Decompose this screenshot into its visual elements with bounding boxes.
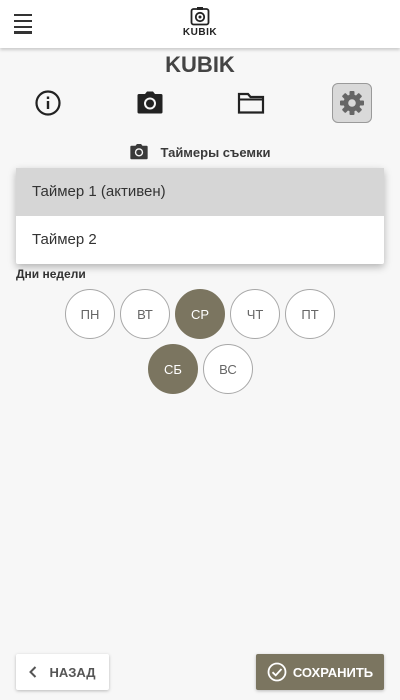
logo-text: KUBIK [182, 27, 218, 38]
hamburger-menu-icon[interactable] [14, 14, 34, 34]
section-title: Таймеры съемки [160, 144, 271, 160]
app-logo: KUBIK [178, 6, 222, 44]
timer-dropdown-menu: Таймер 1 (активен) Таймер 2 [16, 168, 384, 264]
day-toggle-tue[interactable]: ВТ [120, 289, 170, 339]
logo-camera-icon [190, 7, 210, 26]
day-toggle-fri[interactable]: ПТ [285, 289, 335, 339]
camera-icon [137, 91, 163, 114]
nav-settings-button[interactable] [332, 83, 372, 123]
chevron-left-icon [29, 666, 37, 678]
back-button-label: Назад [49, 664, 96, 680]
timers-section-header: Таймеры съемки [0, 140, 400, 164]
day-toggle-wed[interactable]: СР [175, 289, 225, 339]
nav-folder-button[interactable] [231, 83, 271, 123]
app-title: KUBIK [165, 52, 235, 77]
app-bar: KUBIK [0, 0, 400, 48]
timer-option-1[interactable]: Таймер 1 (активен) [16, 168, 384, 216]
day-toggle-sat[interactable]: СБ [148, 344, 198, 394]
back-button[interactable]: Назад [16, 654, 109, 690]
day-toggle-sun[interactable]: ВС [203, 344, 253, 394]
nav-camera-button[interactable] [130, 83, 170, 123]
timer-option-2[interactable]: Таймер 2 [16, 216, 384, 264]
save-button-label: Сохранить [292, 664, 374, 680]
save-button[interactable]: Сохранить [256, 654, 384, 690]
weekdays-label: Дни недели [16, 267, 86, 281]
folder-icon [237, 92, 265, 114]
check-circle-icon [267, 662, 287, 682]
nav-info-button[interactable] [28, 83, 68, 123]
camera-icon [130, 144, 149, 160]
settings-gear-icon [340, 91, 364, 115]
day-toggle-thu[interactable]: ЧТ [230, 289, 280, 339]
info-icon [35, 90, 61, 116]
day-toggle-mon[interactable]: ПН [65, 289, 115, 339]
